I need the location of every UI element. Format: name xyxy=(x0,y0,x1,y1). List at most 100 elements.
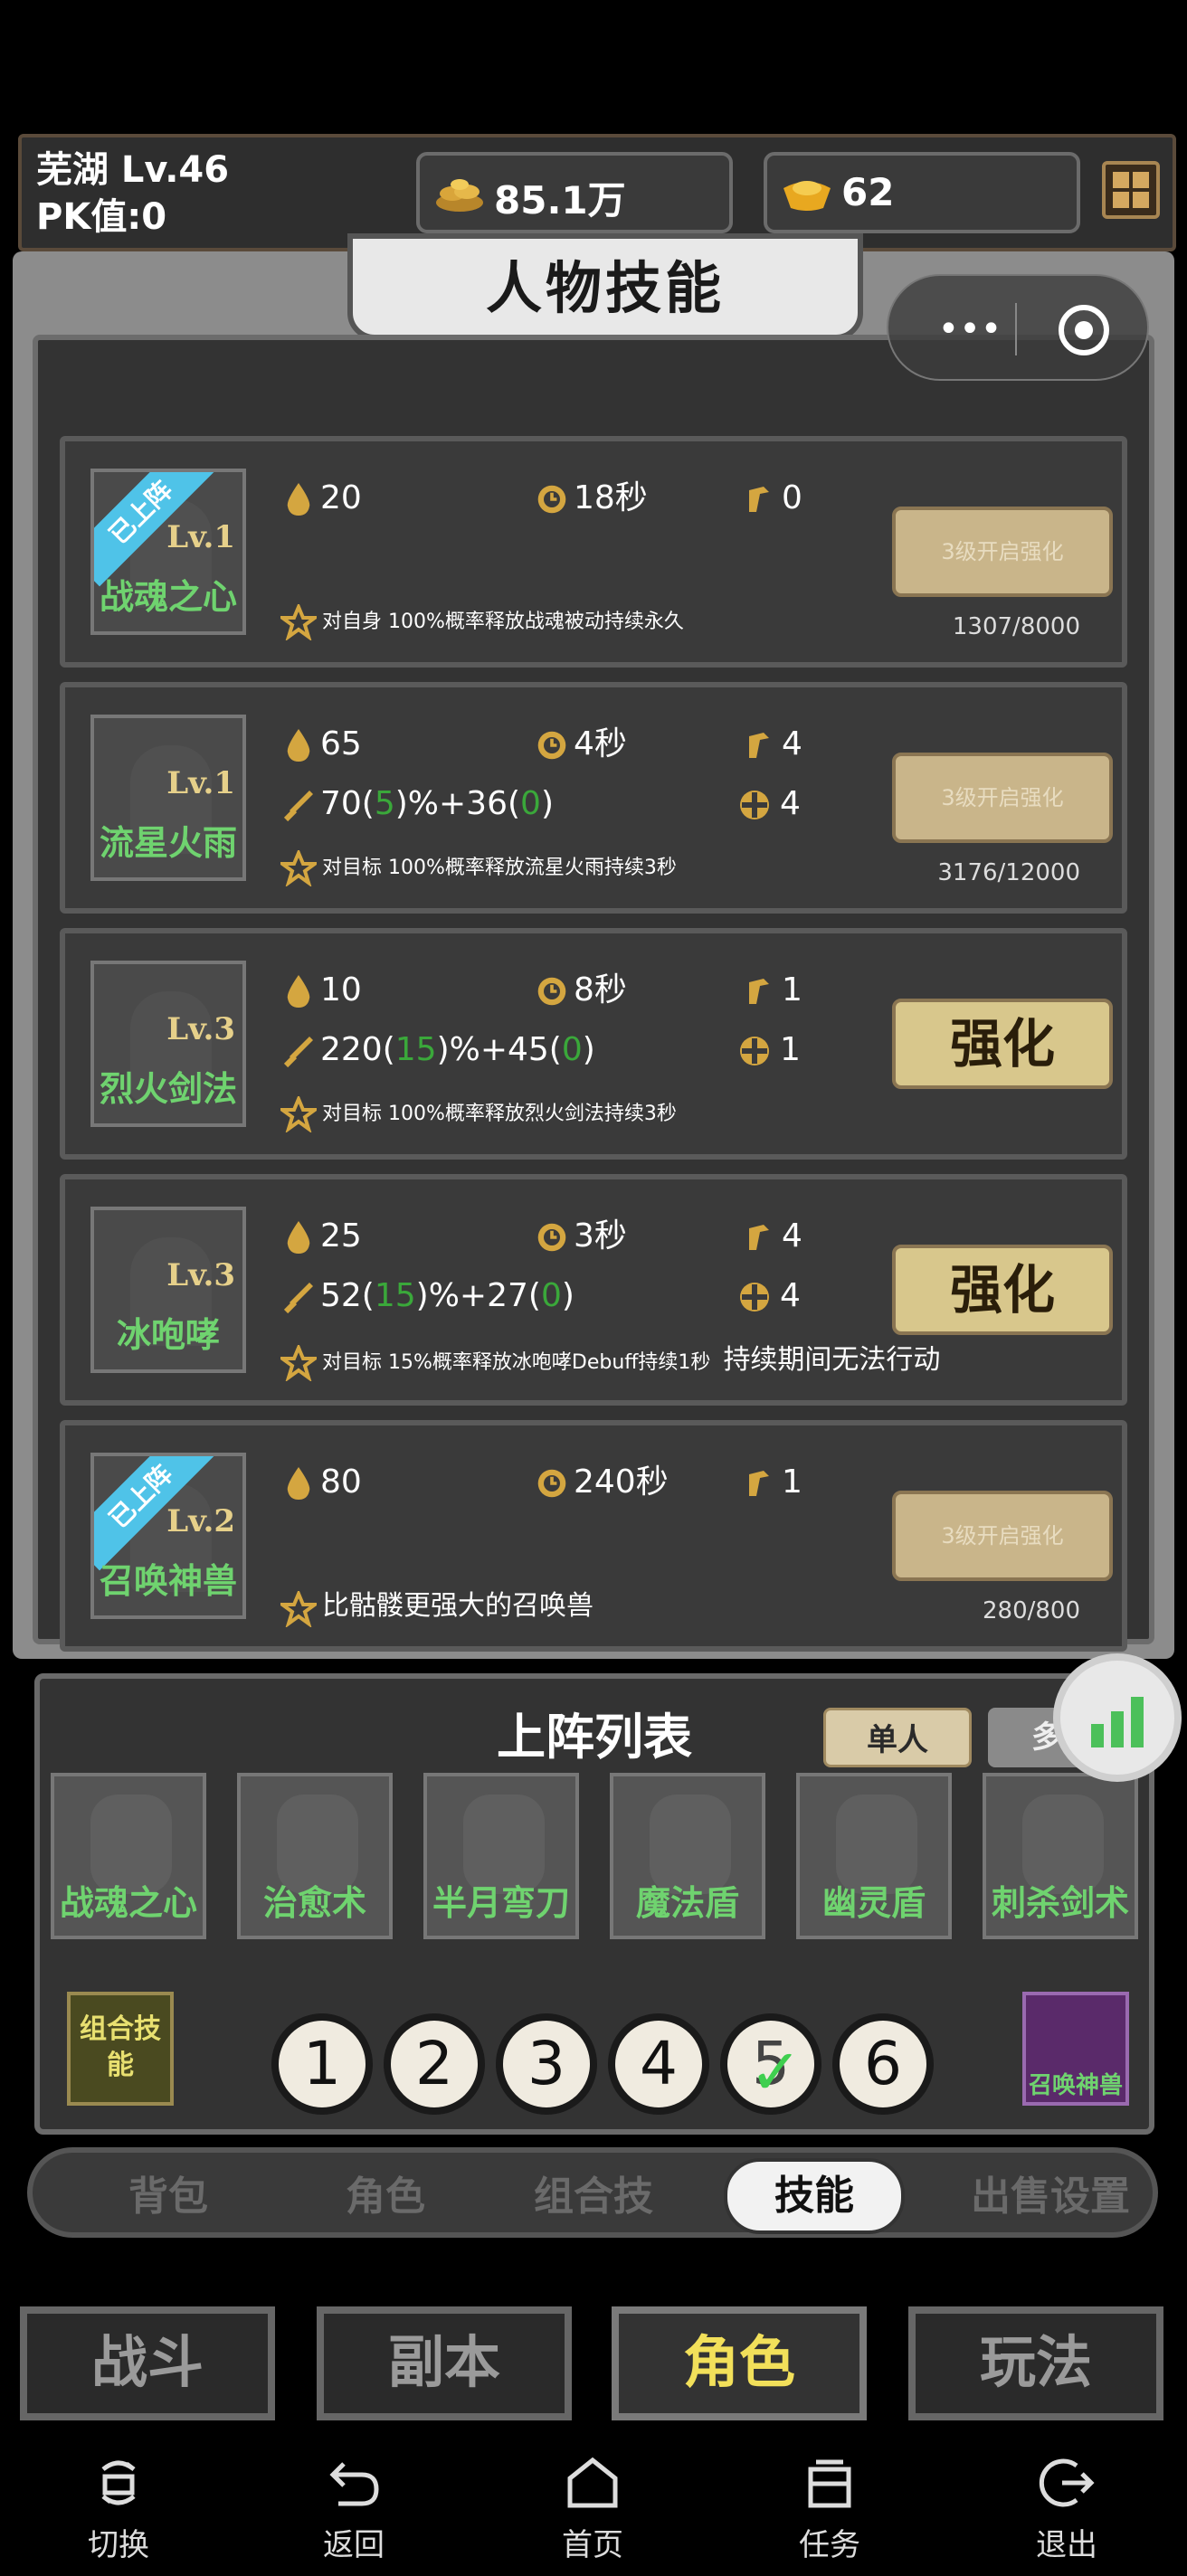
sub-tab[interactable]: 角色 xyxy=(295,2165,476,2229)
clock-icon xyxy=(537,731,566,760)
check-icon: ✓ xyxy=(749,2035,802,2109)
skill-level: Lv.2 xyxy=(166,1503,235,1539)
star-badge-icon xyxy=(280,850,317,886)
slot-button[interactable]: 3 xyxy=(496,2013,597,2115)
range: 0 xyxy=(744,476,802,521)
lineup-skill-slot[interactable]: 刺杀剑术 xyxy=(983,1773,1138,1939)
lineup-skill-slot[interactable]: 魔法盾 xyxy=(610,1773,765,1939)
sword-icon xyxy=(283,1283,313,1314)
bar-chart-icon xyxy=(1091,1697,1144,1747)
lineup-skill-slot[interactable]: 半月弯刀 xyxy=(423,1773,579,1939)
cooldown: 4秒 xyxy=(536,722,627,767)
player-info[interactable]: 芜湖 Lv.46 PK值:0 xyxy=(36,147,229,241)
main-tab[interactable]: 玩法 xyxy=(908,2306,1163,2420)
skill-description: 对目标 100%概率释放流星火雨持续3秒 xyxy=(280,848,677,888)
target-value: 4 xyxy=(780,1277,801,1314)
damage-close: ) xyxy=(582,1031,595,1068)
cooldown: 240秒 xyxy=(536,1460,669,1505)
mp-cost: 80 xyxy=(282,1460,362,1505)
target-value: 4 xyxy=(780,785,801,822)
cooldown: 3秒 xyxy=(536,1214,627,1259)
panel-title: 人物技能 xyxy=(485,255,725,321)
game-screen: { "header": { "player_line1": "芜湖 Lv.46"… xyxy=(0,0,1187,2576)
nav-exit[interactable]: 退出 xyxy=(1008,2451,1125,2564)
sub-tab[interactable]: 出售设置 xyxy=(946,2165,1154,2229)
mp-cost: 10 xyxy=(282,968,362,1013)
boot-icon xyxy=(749,487,769,512)
lineup-skill-slot[interactable]: 治愈术 xyxy=(237,1773,393,1939)
clock-icon xyxy=(537,977,566,1006)
skill-name: 流星火雨 xyxy=(99,823,237,863)
main-tab[interactable]: 角色 xyxy=(612,2306,867,2420)
nav-back[interactable]: 返回 xyxy=(295,2451,413,2564)
back-icon xyxy=(329,2462,379,2506)
slot-button[interactable]: 2 xyxy=(384,2013,485,2115)
skill-thumbnail[interactable]: Lv.1 流星火雨 xyxy=(90,715,246,881)
boot-icon xyxy=(749,733,769,758)
slot-button[interactable]: 5 ✓ xyxy=(720,2013,821,2115)
enhance-button[interactable]: 强化 xyxy=(892,999,1113,1089)
record-target-icon[interactable] xyxy=(1059,305,1109,355)
target-cross-icon xyxy=(740,1283,769,1312)
home-icon xyxy=(567,2457,618,2508)
slot-button[interactable]: 1 xyxy=(271,2013,373,2115)
skill-level: Lv.3 xyxy=(166,1011,235,1047)
lineup-title: 上阵列表 xyxy=(497,1709,692,1766)
sword-icon xyxy=(283,791,313,822)
lineup-skill-slot[interactable]: 幽灵盾 xyxy=(796,1773,952,1939)
more-icon[interactable]: ••• xyxy=(925,307,1015,352)
enhance-button[interactable]: 3级开启强化 xyxy=(892,507,1113,597)
boot-icon xyxy=(749,979,769,1004)
mana-drop-icon xyxy=(287,729,310,762)
skill-description: 对自身 100%概率释放战魂被动持续永久 xyxy=(280,602,684,642)
floating-stats-button[interactable] xyxy=(1053,1653,1182,1782)
tab-single[interactable]: 单人 xyxy=(823,1708,972,1767)
pet-slot[interactable]: 召唤神兽 xyxy=(1022,1992,1129,2106)
cooldown: 8秒 xyxy=(536,968,627,1013)
exit-icon xyxy=(1039,2458,1095,2507)
slot-button[interactable]: 6 xyxy=(832,2013,934,2115)
range-value: 0 xyxy=(782,479,802,516)
damage-formula: 220(15)%+45(0) xyxy=(282,1028,595,1073)
combo-skill-button[interactable]: 组合技能 xyxy=(67,1992,174,2106)
nav-switch[interactable]: 切换 xyxy=(60,2451,177,2564)
skill-name: 冰咆哮 xyxy=(116,1315,220,1355)
main-tab[interactable]: 副本 xyxy=(317,2306,572,2420)
skill-thumbnail[interactable]: 已上阵 Lv.2 召唤神兽 xyxy=(90,1453,246,1619)
range: 1 xyxy=(744,968,802,1013)
lineup-skill-name: 刺杀剑术 xyxy=(991,1883,1129,1923)
skill-name: 烈火剑法 xyxy=(99,1069,237,1109)
skill-level: Lv.3 xyxy=(166,1257,235,1293)
enhance-button[interactable]: 3级开启强化 xyxy=(892,753,1113,843)
damage-bonus-a: 15 xyxy=(394,1031,437,1068)
enhance-button[interactable]: 强化 xyxy=(892,1245,1113,1335)
coin-counter[interactable]: 85.1万 xyxy=(416,152,733,233)
sub-tab[interactable]: 背包 xyxy=(78,2165,259,2229)
damage-close: ) xyxy=(561,1277,575,1314)
slot-number: 4 xyxy=(640,2029,678,2098)
main-tab[interactable]: 战斗 xyxy=(20,2306,275,2420)
cooldown-value: 4秒 xyxy=(574,725,627,762)
sub-tab[interactable]: 组合技 xyxy=(503,2165,684,2229)
target-cross-icon xyxy=(740,1037,769,1065)
nav-task[interactable]: 任务 xyxy=(771,2451,888,2564)
skill-description: 对目标 100%概率释放烈火剑法持续3秒 xyxy=(280,1094,677,1134)
miniprogram-capsule: ••• xyxy=(887,274,1149,381)
skill-card: Lv.1 流星火雨 65 4秒 4 70(5)%+36(0) 4 对目标 100… xyxy=(60,682,1127,914)
gold-counter[interactable]: 62 xyxy=(764,152,1080,233)
lineup-skill-slot[interactable]: 战魂之心 xyxy=(51,1773,206,1939)
cooldown-value: 240秒 xyxy=(574,1463,669,1501)
skill-level: Lv.1 xyxy=(166,519,235,555)
skill-thumbnail[interactable]: Lv.3 冰咆哮 xyxy=(90,1207,246,1373)
sub-tab[interactable]: 技能 xyxy=(724,2158,905,2234)
skill-thumbnail[interactable]: Lv.3 烈火剑法 xyxy=(90,961,246,1127)
nav-home[interactable]: 首页 xyxy=(534,2451,651,2564)
mana-drop-icon xyxy=(287,975,310,1008)
grid-menu-button[interactable] xyxy=(1102,161,1160,219)
target-count: 4 xyxy=(735,781,801,827)
skill-thumbnail[interactable]: 已上阵 Lv.1 战魂之心 xyxy=(90,469,246,635)
star-badge-icon xyxy=(280,1345,317,1381)
slot-button[interactable]: 4 xyxy=(608,2013,709,2115)
bottom-nav: 切换 返回 首页 任务 退出 xyxy=(0,2431,1187,2576)
enhance-button[interactable]: 3级开启强化 xyxy=(892,1491,1113,1581)
